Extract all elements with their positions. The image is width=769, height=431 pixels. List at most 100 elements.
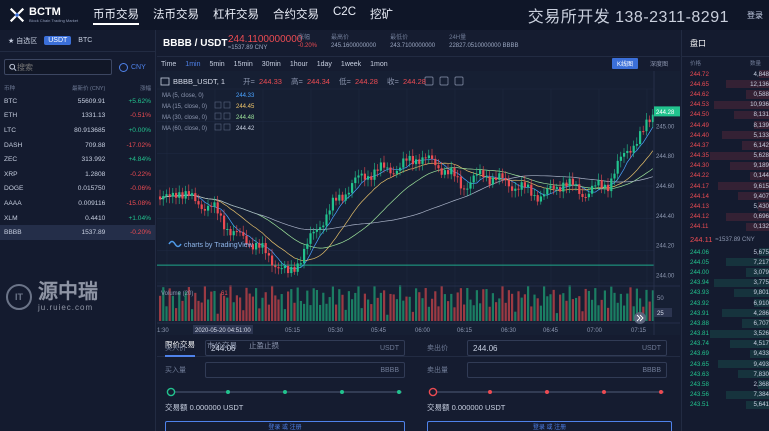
nav-c2c[interactable]: C2C <box>333 6 356 25</box>
kline-chart-svg[interactable]: 245.00 244.80 244.60 244.40 244.20 244.00 1:30… <box>157 71 680 335</box>
depth-button[interactable]: 深度图 <box>645 58 673 69</box>
sell-slider-handle[interactable] <box>428 387 438 397</box>
ask-row[interactable]: 244.37 6,142 <box>682 140 769 150</box>
ma60-visibility-icon[interactable] <box>214 123 222 131</box>
ask-row[interactable]: 244.49 8,139 <box>682 120 769 130</box>
buy-slider-handle[interactable] <box>166 387 176 397</box>
ask-row[interactable]: 244.72 4,848 <box>682 69 769 79</box>
login-link[interactable]: 登录 <box>747 10 763 21</box>
buy-percent-slider[interactable] <box>165 384 405 397</box>
ask-row[interactable]: 244.65 12,136 <box>682 79 769 89</box>
kline-chart[interactable]: 245.00 244.80 244.60 244.40 244.20 244.00 1:30… <box>157 71 680 335</box>
buy-slider-tick-100[interactable] <box>397 390 401 394</box>
interval-1day[interactable]: 1day <box>317 61 332 68</box>
market-row[interactable]: BBBB 1537.89 -0.20% <box>0 225 155 240</box>
kline-button[interactable]: K线图 <box>612 58 639 69</box>
interval-1week[interactable]: 1week <box>341 61 361 68</box>
interval-1mon[interactable]: 1mon <box>370 61 388 68</box>
col-price[interactable]: 最新价 (CNY) <box>46 84 105 92</box>
market-row[interactable]: DASH 709.88 -17.02% <box>0 138 155 153</box>
market-row[interactable]: ETH 1331.13 -0.51% <box>0 109 155 124</box>
sell-slider-tick-100[interactable] <box>659 390 663 394</box>
ask-row[interactable]: 244.50 8,131 <box>682 110 769 120</box>
nav-margin-trading[interactable]: 杠杆交易 <box>213 6 259 25</box>
ask-row[interactable]: 244.13 5,430 <box>682 201 769 211</box>
ask-row[interactable]: 244.53 10,936 <box>682 100 769 110</box>
buy-slider-track[interactable] <box>165 387 405 397</box>
bid-row[interactable]: 244.06 5,675 <box>682 247 769 257</box>
bid-row[interactable]: 244.00 3,079 <box>682 267 769 277</box>
ask-row[interactable]: 244.40 5,133 <box>682 130 769 140</box>
bid-row[interactable]: 243.69 9,433 <box>682 349 769 359</box>
sell-login-button[interactable]: 登录 或 注册 <box>427 421 672 431</box>
market-row[interactable]: XRP 1.2808 -0.22% <box>0 167 155 182</box>
ask-row[interactable]: 244.62 0,588 <box>682 89 769 99</box>
tradingview-credit[interactable]: charts by TradingView <box>184 242 254 249</box>
bid-row[interactable]: 243.92 6,910 <box>682 298 769 308</box>
market-row[interactable]: LTC 80.913685 +0.00% <box>0 123 155 138</box>
bid-row[interactable]: 243.56 7,384 <box>682 390 769 400</box>
ask-row[interactable]: 244.11 0,132 <box>682 222 769 232</box>
ask-row[interactable]: 244.12 0,696 <box>682 212 769 222</box>
chart-type-icon[interactable] <box>160 77 170 86</box>
interval-1min[interactable]: 1min <box>185 61 200 68</box>
bid-row[interactable]: 243.88 6,707 <box>682 318 769 328</box>
interval-1hour[interactable]: 1hour <box>290 61 308 68</box>
market-row[interactable]: DOGE 0.015750 -0.06% <box>0 182 155 197</box>
bid-row[interactable]: 243.65 9,493 <box>682 359 769 369</box>
currency-toggle[interactable]: CNY <box>119 62 146 72</box>
sell-percent-slider[interactable] <box>427 384 667 397</box>
sell-slider-tick-50[interactable] <box>545 390 549 394</box>
nav-contract-trading[interactable]: 合约交易 <box>273 6 319 25</box>
bid-row[interactable]: 243.51 5,641 <box>682 400 769 410</box>
ask-row[interactable]: 244.22 0,144 <box>682 171 769 181</box>
bid-row[interactable]: 243.74 4,517 <box>682 339 769 349</box>
nav-mining[interactable]: 挖矿 <box>370 6 393 25</box>
interval-5min[interactable]: 5min <box>209 61 224 68</box>
bid-row[interactable]: 243.63 7,830 <box>682 369 769 379</box>
buy-login-button[interactable]: 登录 或 注册 <box>165 421 405 431</box>
settings-icon[interactable] <box>454 76 464 86</box>
bid-row[interactable]: 244.05 7,217 <box>682 257 769 267</box>
screenshot-icon[interactable] <box>424 76 434 86</box>
col-change[interactable]: 涨幅 <box>105 84 151 92</box>
market-row[interactable]: BTC 55609.91 +5.62% <box>0 94 155 109</box>
nav-spot-trading[interactable]: 币币交易 <box>93 6 139 25</box>
buy-slider-tick-25[interactable] <box>226 390 230 394</box>
sell-qty-input[interactable]: BBBB <box>467 362 667 378</box>
ma60-settings-icon[interactable] <box>223 123 231 131</box>
fullscreen-icon[interactable] <box>439 76 449 86</box>
logo[interactable]: BCTM Block Chain Trading Market <box>8 6 88 24</box>
tab-btc[interactable]: BTC <box>74 36 96 45</box>
sell-slider-tick-75[interactable] <box>602 390 606 394</box>
bid-row[interactable]: 243.81 3,526 <box>682 329 769 339</box>
sell-slider-track[interactable] <box>427 387 667 397</box>
bid-row[interactable]: 243.94 3,775 <box>682 278 769 288</box>
ma30-visibility-icon[interactable] <box>214 112 222 120</box>
nav-fiat-trading[interactable]: 法币交易 <box>153 6 199 25</box>
ma15-visibility-icon[interactable] <box>214 101 222 109</box>
market-row[interactable]: ZEC 313.992 +4.84% <box>0 152 155 167</box>
tab-favorites[interactable]: ★ 自选区 <box>4 35 41 47</box>
buy-qty-input[interactable]: BBBB <box>205 362 405 378</box>
interval-time[interactable]: Time <box>161 61 176 68</box>
market-row[interactable]: AAAA 0.009116 -15.08% <box>0 196 155 211</box>
ask-row[interactable]: 244.14 9,407 <box>682 191 769 201</box>
sell-slider-tick-25[interactable] <box>488 390 492 394</box>
ma30-settings-icon[interactable] <box>223 112 231 120</box>
buy-price-input[interactable]: 244.06 USDT <box>205 340 405 356</box>
ask-row[interactable]: 244.30 9,189 <box>682 161 769 171</box>
interval-15min[interactable]: 15min <box>234 61 253 68</box>
bid-row[interactable]: 243.58 2,368 <box>682 379 769 389</box>
tab-usdt[interactable]: USDT <box>44 36 72 45</box>
buy-slider-tick-50[interactable] <box>283 390 287 394</box>
col-coin[interactable]: 币种 <box>4 84 46 92</box>
bid-row[interactable]: 243.91 4,286 <box>682 308 769 318</box>
bid-row[interactable]: 243.93 9,801 <box>682 288 769 298</box>
sell-price-input[interactable]: 244.06 USDT <box>467 340 667 356</box>
ask-row[interactable]: 244.17 9,615 <box>682 181 769 191</box>
ask-row[interactable]: 244.35 5,628 <box>682 151 769 161</box>
interval-30min[interactable]: 30min <box>262 61 281 68</box>
buy-slider-tick-75[interactable] <box>340 390 344 394</box>
market-row[interactable]: XLM 0.4410 +1.04% <box>0 211 155 226</box>
